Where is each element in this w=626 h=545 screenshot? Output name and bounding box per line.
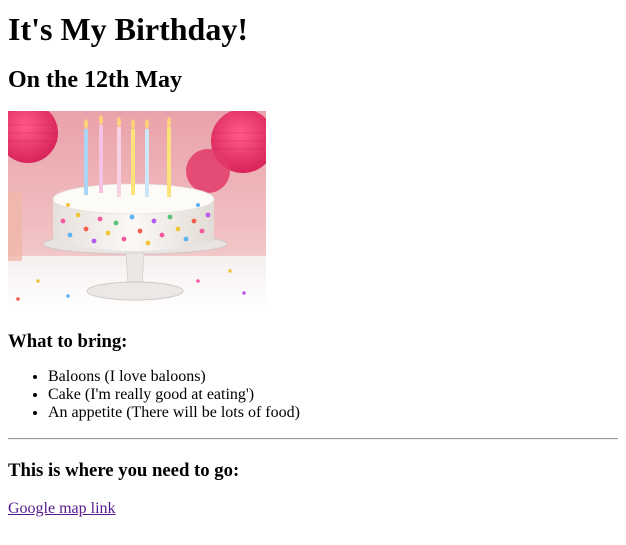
list-item: An appetite (There will be lots of food): [48, 404, 618, 422]
bring-list: Baloons (I love baloons) Cake (I'm reall…: [8, 368, 618, 422]
page: It's My Birthday! On the 12th May What t…: [0, 0, 626, 518]
google-map-link[interactable]: Google map link: [8, 500, 116, 518]
list-item: Baloons (I love baloons): [48, 368, 618, 386]
list-item: Cake (I'm really good at eating'): [48, 386, 618, 404]
divider: [8, 438, 618, 440]
birthday-cake-image: [8, 111, 266, 308]
page-title: It's My Birthday!: [8, 11, 248, 47]
party-date: On the 12th May: [8, 67, 182, 93]
directions-heading: This is where you need to go:: [8, 460, 240, 481]
bring-heading: What to bring:: [8, 331, 128, 352]
